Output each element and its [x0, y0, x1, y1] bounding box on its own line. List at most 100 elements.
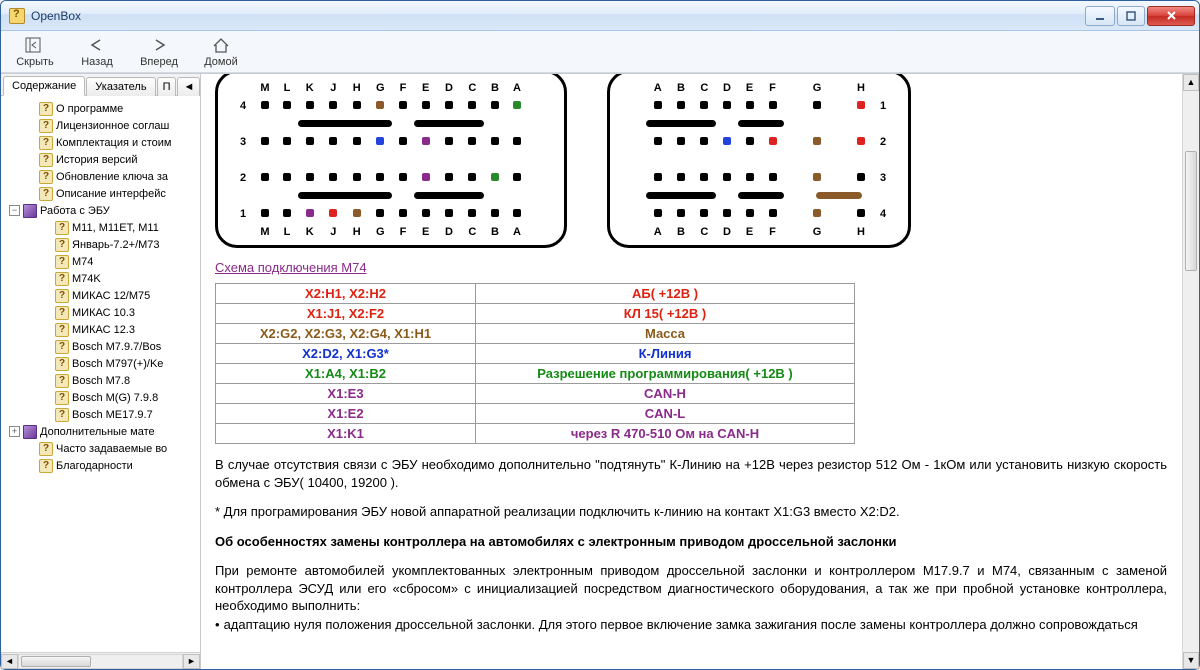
- content-pane: MLKJHGFEDCBA 4 3 2: [201, 74, 1199, 669]
- desc-cell: К-Линия: [476, 344, 855, 364]
- tree-item[interactable]: ?Комплектация и стоим: [3, 134, 200, 151]
- tree-item[interactable]: ?О программе: [3, 100, 200, 117]
- help-icon: ?: [39, 442, 53, 456]
- desc-cell: Разрешение программирования( +12В ): [476, 364, 855, 384]
- home-icon: [210, 35, 232, 55]
- nav-hscroll[interactable]: ◄ ►: [1, 652, 200, 669]
- pin-cell: X1:K1: [216, 424, 476, 444]
- help-icon: ?: [55, 272, 69, 286]
- hide-icon: [24, 35, 46, 55]
- tree-item-thanks[interactable]: ? Благодарности: [3, 457, 200, 474]
- help-icon: ?: [55, 408, 69, 422]
- tree-item[interactable]: ?Bosch M7.9.7/Bos: [3, 338, 200, 355]
- window-buttons: [1085, 6, 1195, 26]
- help-icon: ?: [55, 391, 69, 405]
- content: MLKJHGFEDCBA 4 3 2: [201, 74, 1181, 669]
- tab-index[interactable]: Указатель: [86, 77, 155, 96]
- nav-tabs: Содержание Указатель П ◄ ►: [1, 74, 200, 96]
- pin-cell: X1:E2: [216, 404, 476, 424]
- help-icon: ?: [55, 238, 69, 252]
- tree-item[interactable]: ?История версий: [3, 151, 200, 168]
- tree-item[interactable]: ?МИКАС 12/M75: [3, 287, 200, 304]
- hide-button[interactable]: Скрыть: [11, 35, 59, 68]
- tree-group-ecu[interactable]: − Работа с ЭБУ: [3, 202, 200, 219]
- content-vscroll[interactable]: ▲ ▼: [1182, 74, 1199, 669]
- book-icon: [23, 204, 37, 218]
- tree-item[interactable]: ?Bosch M(G) 7.9.8: [3, 389, 200, 406]
- toolbar: Скрыть Назад Вперед Домой: [1, 31, 1199, 73]
- help-icon: ?: [39, 459, 53, 473]
- help-icon: ?: [55, 323, 69, 337]
- tree-item[interactable]: ?МИКАС 10.3: [3, 304, 200, 321]
- paragraph: При ремонте автомобилей укомплектованных…: [215, 562, 1167, 615]
- desc-cell: через R 470-510 Ом на CAN-H: [476, 424, 855, 444]
- tree-item[interactable]: ?Описание интерфейс: [3, 185, 200, 202]
- help-icon: ?: [39, 119, 53, 133]
- tree-item[interactable]: ?Обновление ключа за: [3, 168, 200, 185]
- forward-button[interactable]: Вперед: [135, 35, 183, 68]
- desc-cell: CAN-H: [476, 384, 855, 404]
- maximize-button[interactable]: [1117, 6, 1145, 26]
- pin-cell: X2:H1, X2:H2: [216, 284, 476, 304]
- tab-contents[interactable]: Содержание: [3, 76, 85, 96]
- help-icon: ?: [39, 102, 53, 116]
- pin-table: X2:H1, X2:H2АБ( +12В )X1:J1, X2:F2КЛ 15(…: [215, 283, 855, 444]
- app-icon: [9, 8, 25, 24]
- desc-cell: КЛ 15( +12В ): [476, 304, 855, 324]
- book-icon: [23, 425, 37, 439]
- tree-item[interactable]: ?Январь-7.2+/M73: [3, 236, 200, 253]
- scroll-track[interactable]: [1184, 91, 1198, 652]
- titlebar: OpenBox: [1, 1, 1199, 31]
- help-icon: ?: [55, 255, 69, 269]
- tab-search[interactable]: П: [157, 77, 177, 96]
- heading: Об особенностях замены контроллера на ав…: [215, 533, 1167, 551]
- tree[interactable]: ?О программе?Лицензионное соглаш?Комплек…: [1, 96, 200, 652]
- tree-item[interactable]: ?M74K: [3, 270, 200, 287]
- tree-group-extra[interactable]: + Дополнительные мате: [3, 423, 200, 440]
- schema-link[interactable]: Схема подключения M74: [215, 260, 367, 275]
- scroll-up-icon[interactable]: ▲: [1183, 74, 1199, 91]
- tree-item[interactable]: ?Bosch M7.8: [3, 372, 200, 389]
- connector-diagrams: MLKJHGFEDCBA 4 3 2: [215, 74, 1167, 248]
- paragraph: * Для програмирования ЭБУ новой аппаратн…: [215, 503, 1167, 521]
- pin-cell: X2:G2, X2:G3, X2:G4, X1:H1: [216, 324, 476, 344]
- back-icon: [86, 35, 108, 55]
- help-icon: ?: [39, 136, 53, 150]
- bullet: адаптацию нуля положения дроссельной зас…: [215, 617, 1167, 632]
- expand-icon[interactable]: +: [9, 426, 20, 437]
- collapse-icon[interactable]: −: [9, 205, 20, 216]
- tree-item-faq[interactable]: ? Часто задаваемые во: [3, 440, 200, 457]
- tree-item[interactable]: ?Bosch M797(+)/Ke: [3, 355, 200, 372]
- help-icon: ?: [39, 187, 53, 201]
- connector-x1: ABCDEFGH 1 2 3: [607, 74, 911, 248]
- pin-cell: X2:D2, X1:G3*: [216, 344, 476, 364]
- minimize-button[interactable]: [1085, 6, 1115, 26]
- connector-x2: MLKJHGFEDCBA 4 3 2: [215, 74, 567, 248]
- tree-item[interactable]: ?Bosch ME17.9.7: [3, 406, 200, 423]
- tree-item[interactable]: ?M11, M11ET, M11: [3, 219, 200, 236]
- desc-cell: Масса: [476, 324, 855, 344]
- scroll-left-icon[interactable]: ◄: [1, 654, 18, 669]
- home-button[interactable]: Домой: [197, 35, 245, 68]
- close-button[interactable]: [1147, 6, 1195, 26]
- tree-item[interactable]: ?M74: [3, 253, 200, 270]
- help-icon: ?: [55, 374, 69, 388]
- scroll-right-icon[interactable]: ►: [183, 654, 200, 669]
- scroll-thumb[interactable]: [1185, 151, 1197, 271]
- help-icon: ?: [39, 170, 53, 184]
- pin-cell: X1:J1, X2:F2: [216, 304, 476, 324]
- tab-nav-left[interactable]: ◄: [177, 77, 200, 96]
- help-icon: ?: [55, 340, 69, 354]
- scroll-down-icon[interactable]: ▼: [1183, 652, 1199, 669]
- scroll-thumb[interactable]: [21, 656, 91, 667]
- help-icon: ?: [39, 153, 53, 167]
- back-button[interactable]: Назад: [73, 35, 121, 68]
- help-icon: ?: [55, 221, 69, 235]
- help-icon: ?: [55, 306, 69, 320]
- nav-pane: Содержание Указатель П ◄ ► ?О программе?…: [1, 74, 201, 669]
- app-window: OpenBox Скрыть Назад Вперед Домой Содерж…: [0, 0, 1200, 670]
- scroll-track[interactable]: [18, 654, 183, 669]
- desc-cell: CAN-L: [476, 404, 855, 424]
- tree-item[interactable]: ?МИКАС 12.3: [3, 321, 200, 338]
- tree-item[interactable]: ?Лицензионное соглаш: [3, 117, 200, 134]
